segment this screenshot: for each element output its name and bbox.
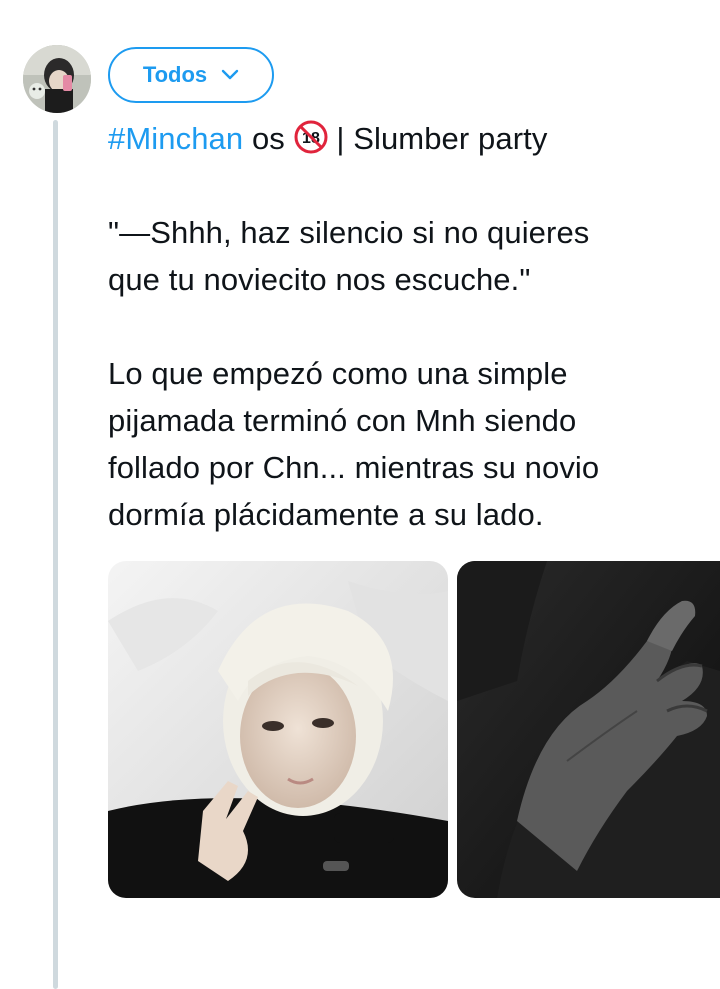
thread-connector-line <box>53 120 58 989</box>
hand-photo <box>457 561 720 898</box>
title-middle: os <box>251 121 285 156</box>
quote-line-2: que tu noviecito nos escuche." <box>108 262 531 297</box>
body-line-3: follado por Chn... mientras su novio <box>108 450 600 485</box>
selfie-photo <box>108 561 448 898</box>
chevron-down-icon <box>221 69 239 80</box>
tweet-text: #Minchan os 18 | Slumber party "—Shhh, h… <box>108 115 708 538</box>
avatar-image <box>23 45 91 113</box>
body-line-1: Lo que empezó como una simple <box>108 356 568 391</box>
audience-label: Todos <box>142 62 208 87</box>
no-under-18-icon: 18 <box>294 120 328 154</box>
avatar[interactable] <box>23 45 91 113</box>
hashtag-link[interactable]: #Minchan <box>108 121 243 156</box>
tweet-title-line: #Minchan os 18 | Slumber party <box>108 115 708 162</box>
audience-selector-button[interactable]: Todos <box>108 47 274 103</box>
media-photo-2[interactable] <box>457 561 720 898</box>
body-line-4: dormía plácidamente a su lado. <box>108 497 544 532</box>
quote-line-1: "—Shhh, haz silencio si no quieres <box>108 215 590 250</box>
title-rest: | Slumber party <box>336 121 548 156</box>
body-line-2: pijamada terminó con Mnh siendo <box>108 403 577 438</box>
media-photo-1[interactable] <box>108 561 448 898</box>
